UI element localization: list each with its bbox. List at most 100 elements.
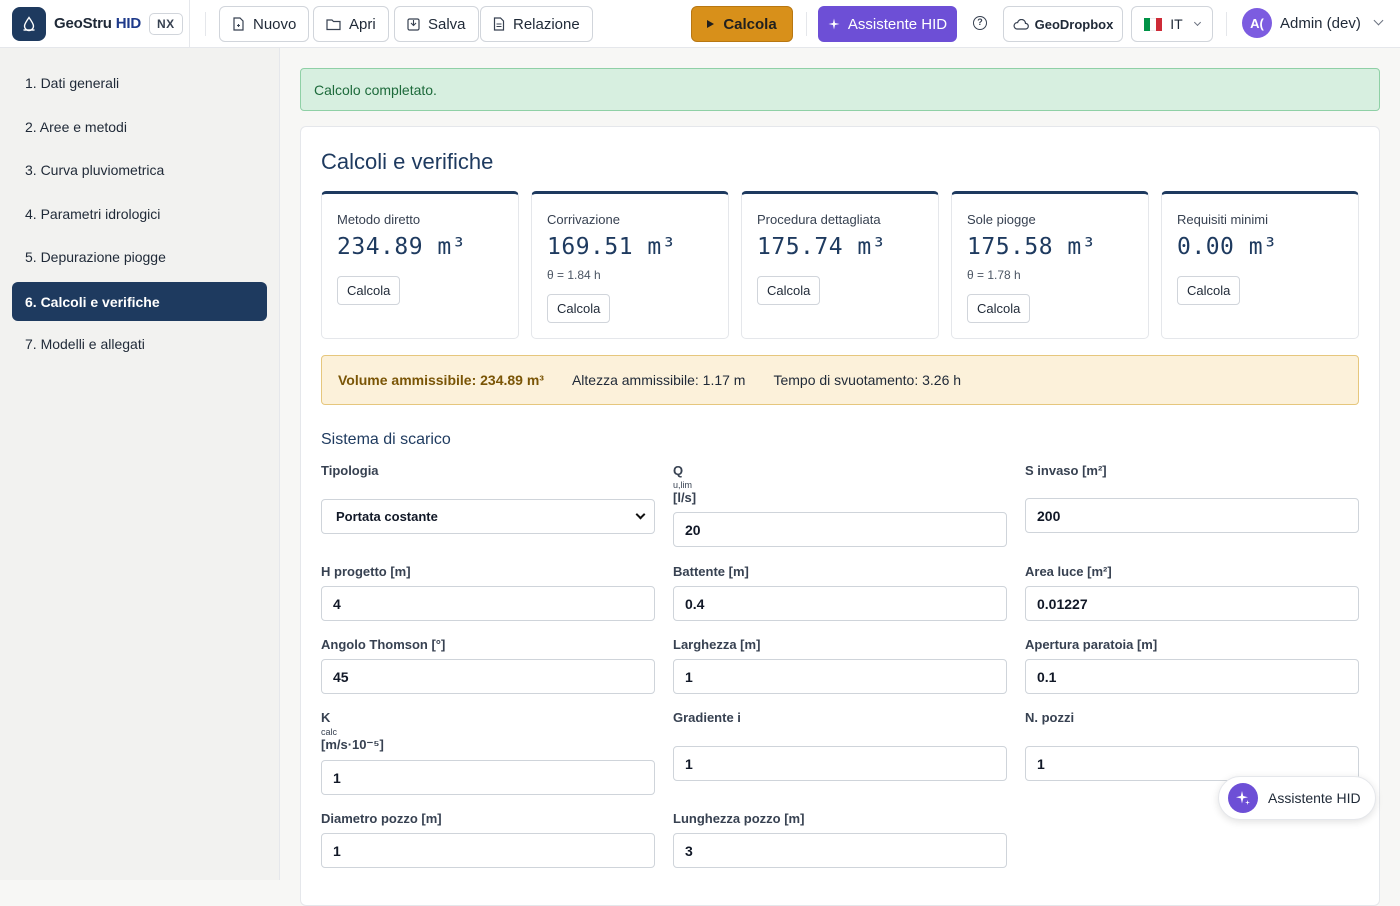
angolo-thomson-input[interactable]: 45 [321,659,655,694]
sparkle-icon [1228,783,1258,813]
card-value: 175.58 m³ [967,234,1097,260]
summary-banner: Volume ammissibile: 234.89 m³ Altezza am… [321,355,1359,405]
save-label: Salva [428,15,466,33]
divider [205,12,206,36]
gradiente-input[interactable]: 1 [673,746,1007,781]
sidebar-item-aree-metodi[interactable]: 2. Aree e metodi [12,107,267,146]
sidebar-item-modelli-allegati[interactable]: 7. Modelli e allegati [12,324,267,363]
k-label-sub: calc [321,727,338,737]
calculate-card-button[interactable]: Calcola [1177,276,1241,305]
apertura-paratoia-label: Apertura paratoia [m] [1025,637,1158,652]
q-label-text: Q [673,463,684,478]
open-label: Apri [349,15,376,33]
calculate-card-button[interactable]: Calcola [757,276,821,305]
assistant-label: Assistente HID [847,15,948,33]
gradiente-label: Gradiente i [673,710,741,725]
main-panel: Calcoli e verifiche Metodo diretto 234.8… [300,126,1380,906]
brand: GeoStru HID NX [0,0,190,48]
sparkle-icon [828,18,840,30]
q-label-sub: u,lim [673,480,693,490]
play-icon [707,20,715,28]
cloud-icon [1013,18,1029,30]
language-select[interactable]: IT [1131,6,1213,42]
area-luce-input[interactable]: 0.01227 [1025,586,1359,621]
card-sub: θ = 1.84 h [547,268,601,282]
divider [806,12,807,36]
assistant-fab[interactable]: Assistente HID [1218,776,1376,820]
user-name: Admin (dev) [1280,14,1361,32]
k-label: K calc [m/s·10⁻⁵] [321,710,384,753]
calculate-card-button[interactable]: Calcola [337,276,401,305]
tipologia-value: Portata costante [336,509,438,524]
chevron-down-icon [635,509,646,520]
sidebar-item-calcoli-verifiche[interactable]: 6. Calcoli e verifiche [12,282,267,321]
save-button[interactable]: Salva [394,6,479,42]
calculate-card-button[interactable]: Calcola [547,294,611,323]
success-alert: Calcolo completato. [300,68,1380,111]
help-icon[interactable]: ? [973,16,987,30]
card-label: Sole piogge [967,212,1036,227]
divider [1226,12,1227,36]
open-button[interactable]: Apri [313,6,389,42]
diametro-pozzo-input[interactable]: 1 [321,833,655,868]
result-card-metodo-diretto: Metodo diretto 234.89 m³ Calcola [321,191,519,339]
user-menu[interactable]: A( Admin (dev) [1242,8,1384,38]
app-logo-icon[interactable] [12,6,46,41]
edition-badge: NX [148,12,183,35]
result-card-requisiti-minimi: Requisiti minimi 0.00 m³ Calcola [1161,191,1359,339]
chevron-down-icon [1193,18,1201,26]
tipologia-label: Tipologia [321,463,379,478]
assistant-fab-label: Assistente HID [1268,790,1361,806]
calculate-label: Calcola [723,15,777,33]
q-input[interactable]: 20 [673,512,1007,547]
geodropbox-label: GeoDropbox [1034,16,1114,32]
card-sub: θ = 1.78 h [967,268,1021,282]
card-value: 0.00 m³ [1177,234,1278,260]
folder-icon [326,18,341,30]
sidebar-item-curva-pluviometrica[interactable]: 3. Curva pluviometrica [12,150,267,189]
h-progetto-input[interactable]: 4 [321,586,655,621]
lunghezza-pozzo-label: Lunghezza pozzo [m] [673,811,805,826]
angolo-thomson-label: Angolo Thomson [°] [321,637,446,652]
sidebar-item-dati-generali[interactable]: 1. Dati generali [12,63,267,102]
new-file-icon [233,17,244,31]
diametro-pozzo-label: Diametro pozzo [m] [321,811,442,826]
section-title: Sistema di scarico [321,431,451,448]
lunghezza-pozzo-input[interactable]: 3 [673,833,1007,868]
larghezza-label: Larghezza [m] [673,637,761,652]
battente-input[interactable]: 0.4 [673,586,1007,621]
result-card-procedura-dettagliata: Procedura dettagliata 175.74 m³ Calcola [741,191,939,339]
n-pozzi-label: N. pozzi [1025,710,1075,725]
card-label: Metodo diretto [337,212,421,227]
s-invaso-input[interactable]: 200 [1025,498,1359,533]
report-icon [493,17,505,31]
sidebar-item-depurazione-piogge[interactable]: 5. Depurazione piogge [12,237,267,276]
avatar: A( [1242,8,1272,38]
assistant-button[interactable]: Assistente HID [818,6,957,42]
q-label-unit: [l/s] [673,490,697,505]
card-value: 169.51 m³ [547,234,677,260]
app-name: GeoStru HID [54,15,141,32]
larghezza-input[interactable]: 1 [673,659,1007,694]
apertura-paratoia-input[interactable]: 0.1 [1025,659,1359,694]
card-value: 175.74 m³ [757,234,887,260]
new-button[interactable]: Nuovo [219,6,310,42]
s-invaso-label: S invaso [m²] [1025,463,1107,478]
calculate-card-button[interactable]: Calcola [967,294,1031,323]
calculate-button[interactable]: Calcola [691,6,793,42]
geodropbox-button[interactable]: GeoDropbox [1003,6,1123,42]
sidebar-item-parametri-idrologici[interactable]: 4. Parametri idrologici [12,194,267,233]
summary-emptying-time: Tempo di svuotamento: 3.26 h [773,372,962,388]
top-bar: GeoStru HID NX Nuovo Apri Salva Relazion… [0,0,1400,48]
result-card-sole-piogge: Sole piogge 175.58 m³ θ = 1.78 h Calcola [951,191,1149,339]
summary-volume: Volume ammissibile: 234.89 m³ [338,372,544,388]
k-input[interactable]: 1 [321,760,655,795]
card-value: 234.89 m³ [337,234,467,260]
page-title: Calcoli e verifiche [321,149,494,174]
chevron-down-icon [1373,15,1384,26]
language-label: IT [1170,16,1183,32]
battente-label: Battente [m] [673,564,749,579]
report-button[interactable]: Relazione [480,6,593,42]
h-progetto-label: H progetto [m] [321,564,411,579]
tipologia-select[interactable]: Portata costante [321,499,655,534]
